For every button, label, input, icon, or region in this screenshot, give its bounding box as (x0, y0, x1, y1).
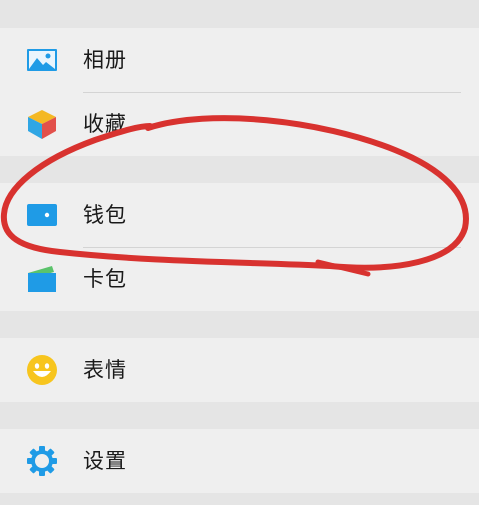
menu-item-label: 设置 (83, 449, 127, 473)
menu-item-label: 收藏 (83, 112, 127, 136)
me-settings-screen: 相册 收藏 钱包 卡包 表情 设置 (0, 0, 479, 505)
menu-item-cards[interactable]: 卡包 (0, 247, 479, 311)
menu-item-wallet[interactable]: 钱包 (0, 183, 479, 247)
section-gap (0, 311, 479, 338)
menu-item-label: 表情 (83, 358, 127, 382)
section-gap (0, 493, 479, 505)
menu-group-wallet: 钱包 卡包 (0, 183, 479, 311)
menu-item-favorites[interactable]: 收藏 (0, 92, 479, 156)
card-pack-icon (26, 263, 58, 295)
menu-item-album[interactable]: 相册 (0, 28, 479, 92)
smiley-icon (26, 354, 58, 386)
menu-item-label: 相册 (83, 48, 127, 72)
menu-item-label: 钱包 (83, 203, 127, 227)
picture-icon (26, 44, 58, 76)
menu-group-settings: 设置 (0, 429, 479, 493)
menu-group-media: 相册 收藏 (0, 28, 479, 156)
wallet-icon (26, 199, 58, 231)
section-gap (0, 402, 479, 429)
section-gap (0, 156, 479, 183)
section-gap (0, 0, 479, 28)
gear-icon (26, 445, 58, 477)
cube-icon (26, 108, 58, 140)
menu-item-stickers[interactable]: 表情 (0, 338, 479, 402)
menu-item-label: 卡包 (83, 267, 127, 291)
menu-group-stickers: 表情 (0, 338, 479, 402)
menu-item-settings[interactable]: 设置 (0, 429, 479, 493)
